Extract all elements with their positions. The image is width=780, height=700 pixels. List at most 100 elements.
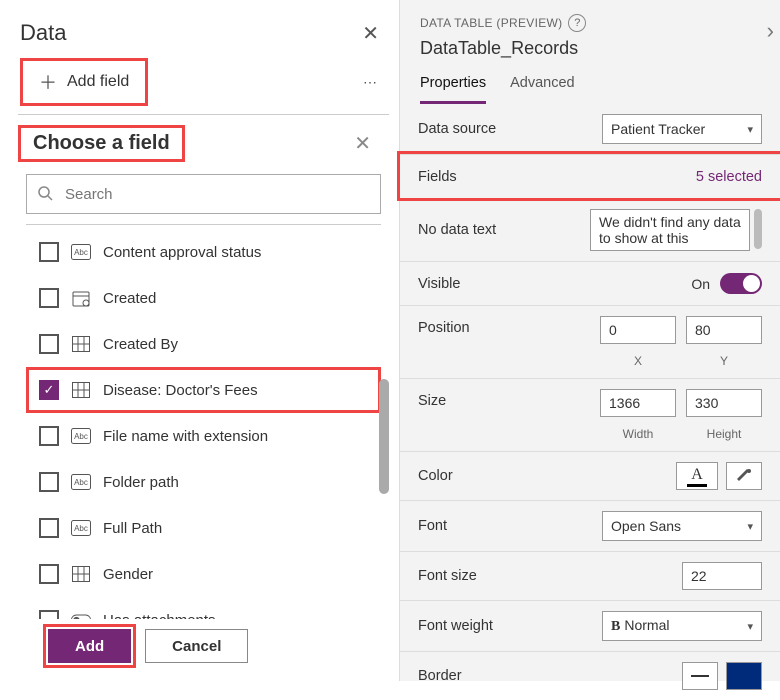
field-checkbox[interactable] bbox=[39, 518, 59, 538]
font-size-label: Font size bbox=[418, 568, 477, 584]
component-name: DataTable_Records bbox=[400, 38, 780, 67]
fields-label: Fields bbox=[418, 169, 457, 185]
font-weight-label: Font weight bbox=[418, 618, 493, 634]
position-x-input[interactable]: 0 bbox=[600, 316, 676, 344]
prop-position: Position 0 80 X Y bbox=[400, 305, 780, 378]
field-item[interactable]: Created bbox=[26, 275, 381, 321]
field-item[interactable]: Abc Folder path bbox=[26, 459, 381, 505]
no-data-input[interactable]: We didn't find any data to show at this bbox=[590, 209, 750, 251]
field-item[interactable]: Abc File name with extension bbox=[26, 413, 381, 459]
field-label: Full Path bbox=[103, 520, 162, 537]
field-type-icon bbox=[71, 614, 91, 619]
field-label: Content approval status bbox=[103, 244, 261, 261]
data-panel: Data ✕ ＋ Add field ⋯ Choose a field ✕ bbox=[0, 0, 400, 681]
field-type-icon: Abc bbox=[71, 428, 91, 444]
border-color-swatch[interactable] bbox=[726, 662, 762, 690]
chevron-down-icon: ▾ bbox=[747, 620, 753, 633]
size-height-input[interactable]: 330 bbox=[686, 389, 762, 417]
tab-advanced[interactable]: Advanced bbox=[510, 67, 575, 104]
font-select[interactable]: Open Sans ▾ bbox=[602, 511, 762, 541]
close-choose-icon[interactable]: ✕ bbox=[354, 131, 371, 156]
visible-value: On bbox=[691, 276, 710, 292]
field-list: Abc Content approval status Created Created… bbox=[18, 229, 389, 619]
field-type-icon: Abc bbox=[71, 244, 91, 260]
fields-selected-count: 5 selected bbox=[696, 169, 762, 185]
field-item[interactable]: Has attachments bbox=[26, 597, 381, 619]
field-label: Has attachments bbox=[103, 612, 216, 620]
cancel-button[interactable]: Cancel bbox=[145, 629, 248, 663]
field-checkbox[interactable] bbox=[39, 564, 59, 584]
search-input[interactable] bbox=[63, 185, 370, 204]
border-label: Border bbox=[418, 668, 462, 684]
panel-title: Data bbox=[20, 20, 66, 46]
position-label: Position bbox=[418, 316, 470, 336]
field-checkbox[interactable] bbox=[39, 288, 59, 308]
textarea-scrollbar[interactable] bbox=[754, 209, 762, 249]
scrollbar-thumb[interactable] bbox=[379, 379, 389, 494]
field-item[interactable]: Gender bbox=[26, 551, 381, 597]
font-size-input[interactable]: 22 bbox=[682, 562, 762, 590]
size-label: Size bbox=[418, 389, 446, 409]
choose-field-panel: Choose a field ✕ Abc Content approval sta… bbox=[18, 114, 389, 681]
add-field-button[interactable]: ＋ Add field bbox=[20, 58, 148, 106]
add-button[interactable]: Add bbox=[48, 629, 131, 663]
field-type-icon bbox=[71, 382, 91, 398]
prop-visible: Visible On bbox=[400, 261, 780, 305]
close-panel-icon[interactable]: ✕ bbox=[362, 21, 379, 46]
color-picker-button[interactable] bbox=[726, 462, 762, 490]
visible-toggle[interactable] bbox=[720, 273, 762, 294]
field-checkbox[interactable] bbox=[39, 610, 59, 619]
field-checkbox[interactable] bbox=[39, 334, 59, 354]
position-y-input[interactable]: 80 bbox=[686, 316, 762, 344]
size-width-input[interactable]: 1366 bbox=[600, 389, 676, 417]
data-source-select[interactable]: Patient Tracker ▾ bbox=[602, 114, 762, 144]
prop-fields[interactable]: Fields 5 selected bbox=[400, 154, 780, 198]
prop-border: Border bbox=[400, 651, 780, 700]
no-data-label: No data text bbox=[418, 222, 496, 238]
prop-font-size: Font size 22 bbox=[400, 551, 780, 600]
font-color-swatch[interactable]: A bbox=[676, 462, 718, 490]
field-item[interactable]: AbcFull Path bbox=[26, 505, 381, 551]
chevron-down-icon: ▾ bbox=[747, 520, 753, 533]
field-checkbox[interactable] bbox=[39, 472, 59, 492]
more-menu-icon[interactable]: ⋯ bbox=[363, 74, 379, 91]
field-label: Gender bbox=[103, 566, 153, 583]
field-checkbox[interactable]: ✓ bbox=[39, 380, 59, 400]
field-type-icon bbox=[71, 289, 91, 307]
properties-panel: › DATA TABLE (PREVIEW) ? DataTable_Recor… bbox=[400, 0, 780, 681]
field-label: File name with extension bbox=[103, 428, 268, 445]
svg-text:Abc: Abc bbox=[74, 478, 88, 487]
plus-icon: ＋ bbox=[39, 69, 57, 95]
color-label: Color bbox=[418, 468, 453, 484]
tab-properties[interactable]: Properties bbox=[420, 67, 486, 104]
expand-chevron-icon[interactable]: › bbox=[767, 18, 774, 44]
prop-color: Color A bbox=[400, 451, 780, 500]
visible-label: Visible bbox=[418, 276, 460, 292]
field-checkbox[interactable] bbox=[39, 242, 59, 262]
field-type-icon: Abc bbox=[71, 474, 91, 490]
choose-field-title: Choose a field bbox=[18, 125, 185, 162]
prop-no-data-text: No data text We didn't find any data to … bbox=[400, 198, 780, 261]
search-field[interactable] bbox=[26, 174, 381, 214]
add-field-label: Add field bbox=[67, 73, 129, 91]
prop-data-source: Data source Patient Tracker ▾ bbox=[400, 104, 780, 154]
chevron-down-icon: ▾ bbox=[747, 123, 753, 136]
field-checkbox[interactable] bbox=[39, 426, 59, 446]
svg-text:Abc: Abc bbox=[74, 248, 88, 257]
help-icon[interactable]: ? bbox=[568, 14, 586, 32]
field-item[interactable]: Created By bbox=[26, 321, 381, 367]
field-label: Folder path bbox=[103, 474, 179, 491]
font-weight-select[interactable]: BNormal ▾ bbox=[602, 611, 762, 641]
svg-text:Abc: Abc bbox=[74, 432, 88, 441]
prop-font: Font Open Sans ▾ bbox=[400, 500, 780, 551]
prop-font-weight: Font weight BNormal ▾ bbox=[400, 600, 780, 651]
data-source-label: Data source bbox=[418, 121, 496, 137]
field-item[interactable]: Abc Content approval status bbox=[26, 229, 381, 275]
border-style-select[interactable] bbox=[682, 662, 718, 690]
field-label: Disease: Doctor's Fees bbox=[103, 382, 258, 399]
font-label: Font bbox=[418, 518, 447, 534]
component-type-label: DATA TABLE (PREVIEW) bbox=[420, 16, 562, 30]
field-type-icon bbox=[71, 336, 91, 352]
field-item[interactable]: ✓ Disease: Doctor's Fees bbox=[26, 367, 381, 413]
field-label: Created By bbox=[103, 336, 178, 353]
